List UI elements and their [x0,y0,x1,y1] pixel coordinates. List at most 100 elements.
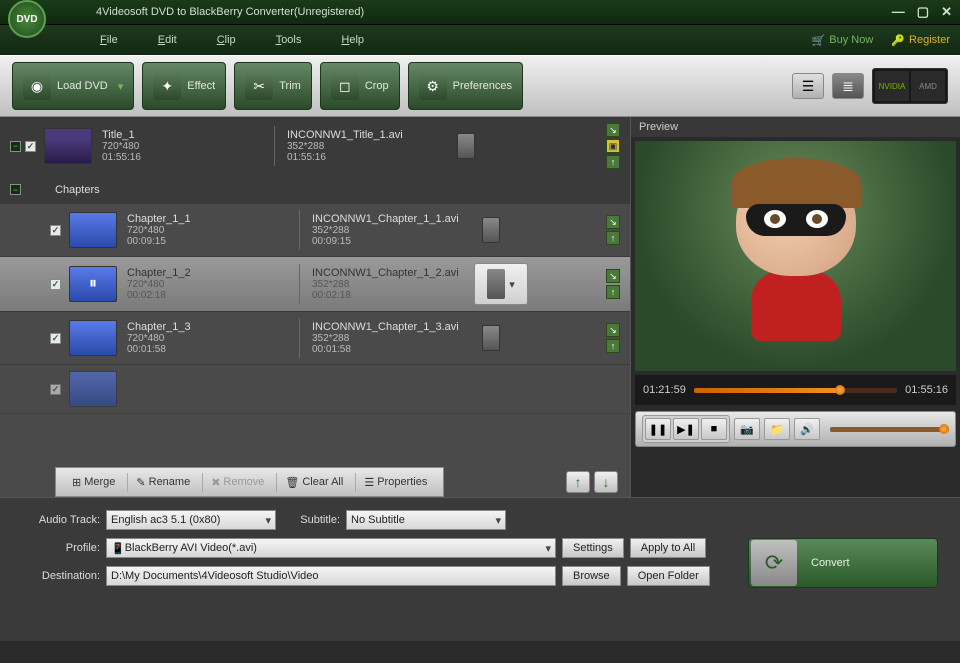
row-action-a[interactable]: ↘ [606,323,620,337]
crop-button[interactable]: ◻Crop [320,62,400,110]
pause-button[interactable]: ❚❚ [645,418,671,440]
chapter-row[interactable] [0,365,630,414]
profile-dropdown[interactable]: 📱 BlackBerry AVI Video(*.avi) [106,538,556,558]
amd-icon: AMD [911,71,945,101]
menu-tools[interactable]: Tools [276,34,302,46]
row-action-a[interactable]: ↘ [606,215,620,229]
preferences-button[interactable]: ⚙Preferences [408,62,523,110]
properties-button[interactable]: ☰ Properties [355,473,435,492]
device-icon [487,269,505,299]
subtitle-label: Subtitle: [276,514,346,526]
row-action-c[interactable]: ↑ [606,339,620,353]
title-bar: DVD 4Videosoft DVD to BlackBerry Convert… [0,0,960,25]
volume-button[interactable]: 🔊 [794,418,820,440]
row-action-c[interactable]: ↑ [606,285,620,299]
device-icon [482,325,500,351]
row-action-c[interactable]: ↑ [606,155,620,169]
chapter-thumbnail [69,212,117,248]
menu-clip[interactable]: Clip [217,34,236,46]
audio-track-label: Audio Track: [16,514,106,526]
row-action-b[interactable]: ▣ [606,139,620,153]
file-list[interactable]: − Title_1 720*480 01:55:16 INCONNW1_Titl… [0,117,630,459]
row-action-c[interactable]: ↑ [606,231,620,245]
chapter-thumbnail: ⏸ [69,266,117,302]
timeline[interactable]: 01:21:59 01:55:16 [635,375,956,405]
preview-pane: Preview 01:21:59 01:55:16 ❚❚ ▶❚ ■ 📷 📁 🔊 [630,117,960,497]
row-action-a[interactable]: ↘ [606,269,620,283]
move-down-button[interactable]: ↓ [594,471,618,493]
convert-icon: ⟳ [751,540,797,586]
settings-panel: Audio Track: English ac3 5.1 (0x80) Subt… [0,497,960,641]
title-name: Title_1 [102,129,262,141]
open-folder-button[interactable]: 📁 [764,418,790,440]
chapter-checkbox[interactable] [50,384,61,395]
time-current: 01:21:59 [643,384,686,396]
device-profile-dropdown[interactable]: ▾ [474,263,528,305]
nvidia-icon: NVIDIA [875,71,909,101]
open-destination-button[interactable]: Open Folder [627,566,710,586]
chapter-thumbnail [69,320,117,356]
file-list-pane: − Title_1 720*480 01:55:16 INCONNW1_Titl… [0,117,630,497]
apply-all-button[interactable]: Apply to All [630,538,706,558]
preview-label: Preview [631,117,960,137]
device-icon [482,217,500,243]
chapters-header[interactable]: − Chapters [0,176,630,204]
stop-button[interactable]: ■ [701,418,727,440]
remove-button[interactable]: ✖ Remove [202,473,272,492]
row-action-a[interactable]: ↘ [606,123,620,137]
title-row[interactable]: − Title_1 720*480 01:55:16 INCONNW1_Titl… [0,117,630,176]
chapter-checkbox[interactable] [50,279,61,290]
load-dvd-button[interactable]: ◉Load DVD [12,62,134,110]
close-button[interactable]: ✕ [941,4,952,20]
view-detail-button[interactable]: ≣ [832,73,864,99]
menu-bar: File Edit Clip Tools Help Buy Now Regist… [0,25,960,55]
buy-now-link[interactable]: Buy Now [812,34,874,47]
chapter-row[interactable]: ⏸ Chapter_1_2 720*480 00:02:18 INCONNW1_… [0,257,630,312]
crop-icon: ◻ [331,72,359,100]
profile-label: Profile: [16,542,106,554]
settings-button[interactable]: Settings [562,538,624,558]
list-action-bar: ⊞ Merge ✎ Rename ✖ Remove 🗑 Clear All ☰ … [55,467,444,497]
effect-icon: ✦ [153,72,181,100]
minimize-button[interactable]: — [892,4,905,20]
move-up-button[interactable]: ↑ [566,471,590,493]
chapter-thumbnail [69,371,117,407]
collapse-toggle[interactable]: − [10,141,21,152]
audio-track-dropdown[interactable]: English ac3 5.1 (0x80) [106,510,276,530]
destination-field[interactable]: D:\My Documents\4Videosoft Studio\Video [106,566,556,586]
menu-file[interactable]: File [100,34,118,46]
toolbar: ◉Load DVD ✦Effect ✂Trim ◻Crop ⚙Preferenc… [0,55,960,117]
rename-button[interactable]: ✎ Rename [127,473,198,492]
convert-button[interactable]: ⟳ Convert [748,538,938,588]
chapter-checkbox[interactable] [50,225,61,236]
view-list-button[interactable]: ☰ [792,73,824,99]
gear-icon: ⚙ [419,72,447,100]
snapshot-button[interactable]: 📷 [734,418,760,440]
maximize-button[interactable]: ▢ [917,4,929,20]
chapter-row[interactable]: Chapter_1_3 720*480 00:01:58 INCONNW1_Ch… [0,312,630,365]
title-checkbox[interactable] [25,141,36,152]
seek-handle[interactable] [835,385,845,395]
app-logo: DVD [8,0,46,38]
register-link[interactable]: Register [891,34,950,47]
gpu-indicator: NVIDIA AMD [872,68,948,104]
window-title: 4Videosoft DVD to BlackBerry Converter(U… [96,6,892,18]
browse-button[interactable]: Browse [562,566,621,586]
menu-help[interactable]: Help [341,34,364,46]
effect-button[interactable]: ✦Effect [142,62,226,110]
dvd-icon: ◉ [23,72,51,100]
clear-all-button[interactable]: 🗑 Clear All [276,473,351,492]
trim-button[interactable]: ✂Trim [234,62,312,110]
chapter-row[interactable]: Chapter_1_1 720*480 00:09:15 INCONNW1_Ch… [0,204,630,257]
chapters-toggle[interactable]: − [10,184,21,195]
subtitle-dropdown[interactable]: No Subtitle [346,510,506,530]
chapter-checkbox[interactable] [50,333,61,344]
volume-slider[interactable] [830,427,949,432]
merge-button[interactable]: ⊞ Merge [64,473,123,492]
scissors-icon: ✂ [245,72,273,100]
destination-label: Destination: [16,570,106,582]
player-controls: ❚❚ ▶❚ ■ 📷 📁 🔊 [635,411,956,447]
next-frame-button[interactable]: ▶❚ [673,418,699,440]
preview-video[interactable] [635,141,956,371]
menu-edit[interactable]: Edit [158,34,177,46]
